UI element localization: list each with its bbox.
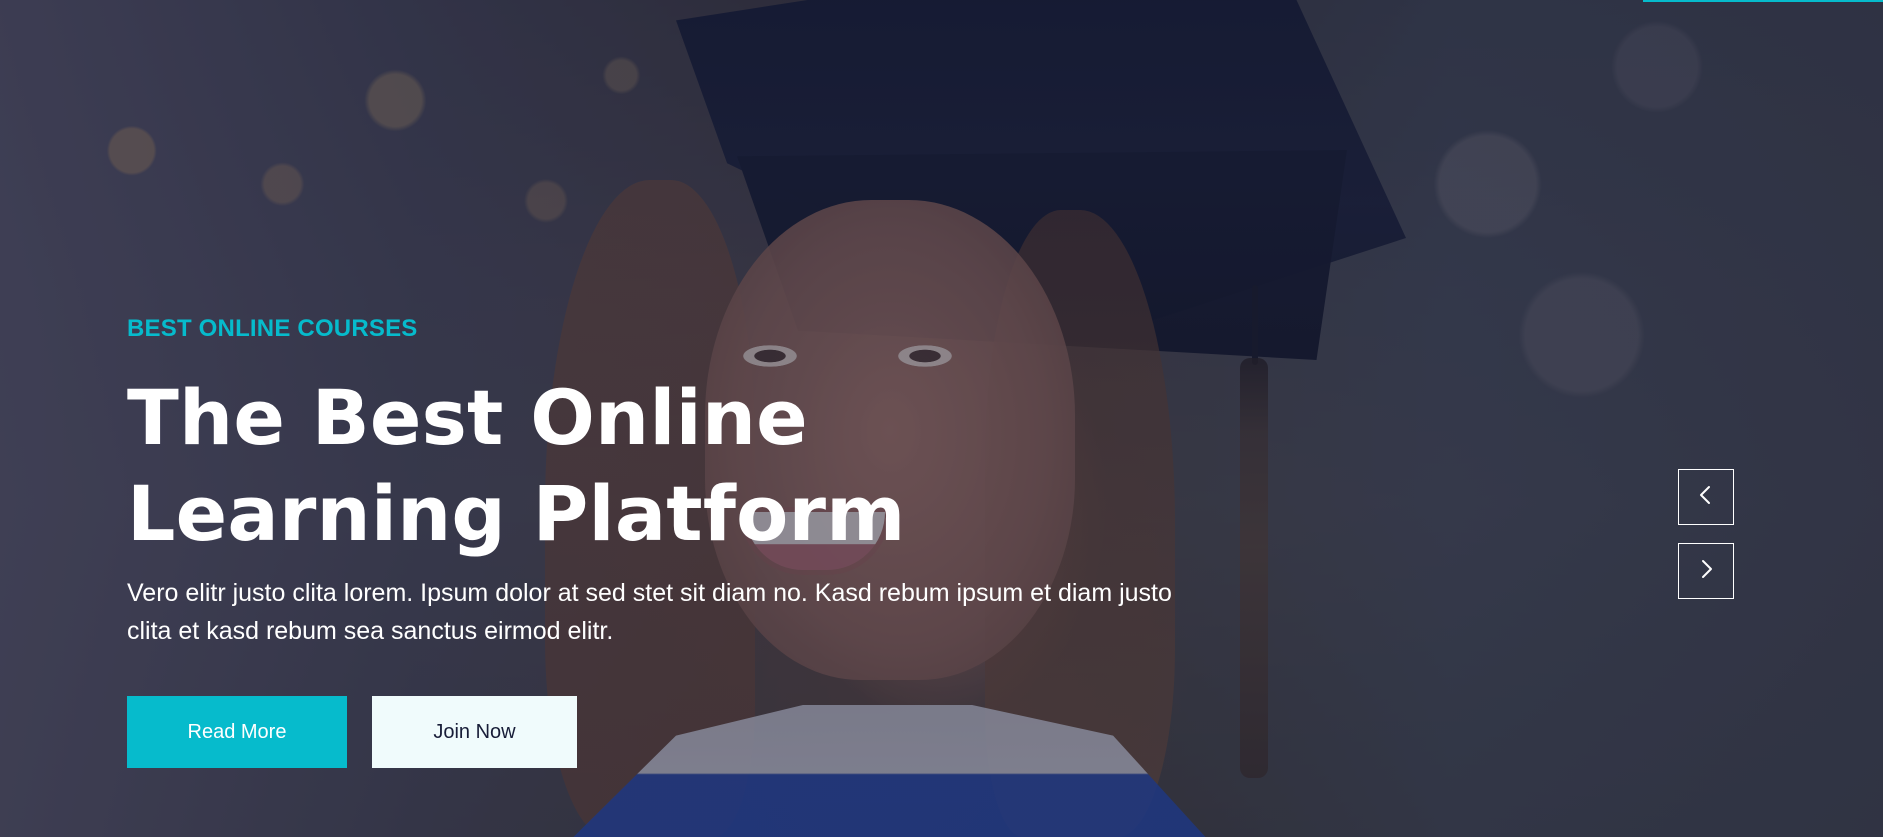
hero-content: BEST ONLINE COURSES The Best Online Lear… bbox=[127, 312, 1237, 768]
carousel-previous-button[interactable] bbox=[1678, 469, 1734, 525]
read-more-button[interactable]: Read More bbox=[127, 696, 347, 768]
carousel-controls bbox=[1678, 469, 1734, 617]
hero-eyebrow: BEST ONLINE COURSES bbox=[127, 315, 418, 342]
chevron-right-icon bbox=[1694, 557, 1718, 586]
hero-actions: Read More Join Now bbox=[127, 696, 1237, 768]
hero-description: Vero elitr justo clita lorem. Ipsum dolo… bbox=[127, 579, 1172, 645]
top-accent-line bbox=[1643, 0, 1883, 2]
carousel-next-button[interactable] bbox=[1678, 543, 1734, 599]
join-now-button[interactable]: Join Now bbox=[372, 696, 577, 768]
chevron-left-icon bbox=[1694, 483, 1718, 512]
hero-banner: BEST ONLINE COURSES The Best Online Lear… bbox=[0, 0, 1883, 837]
hero-title: The Best Online Learning Platform bbox=[127, 373, 906, 558]
